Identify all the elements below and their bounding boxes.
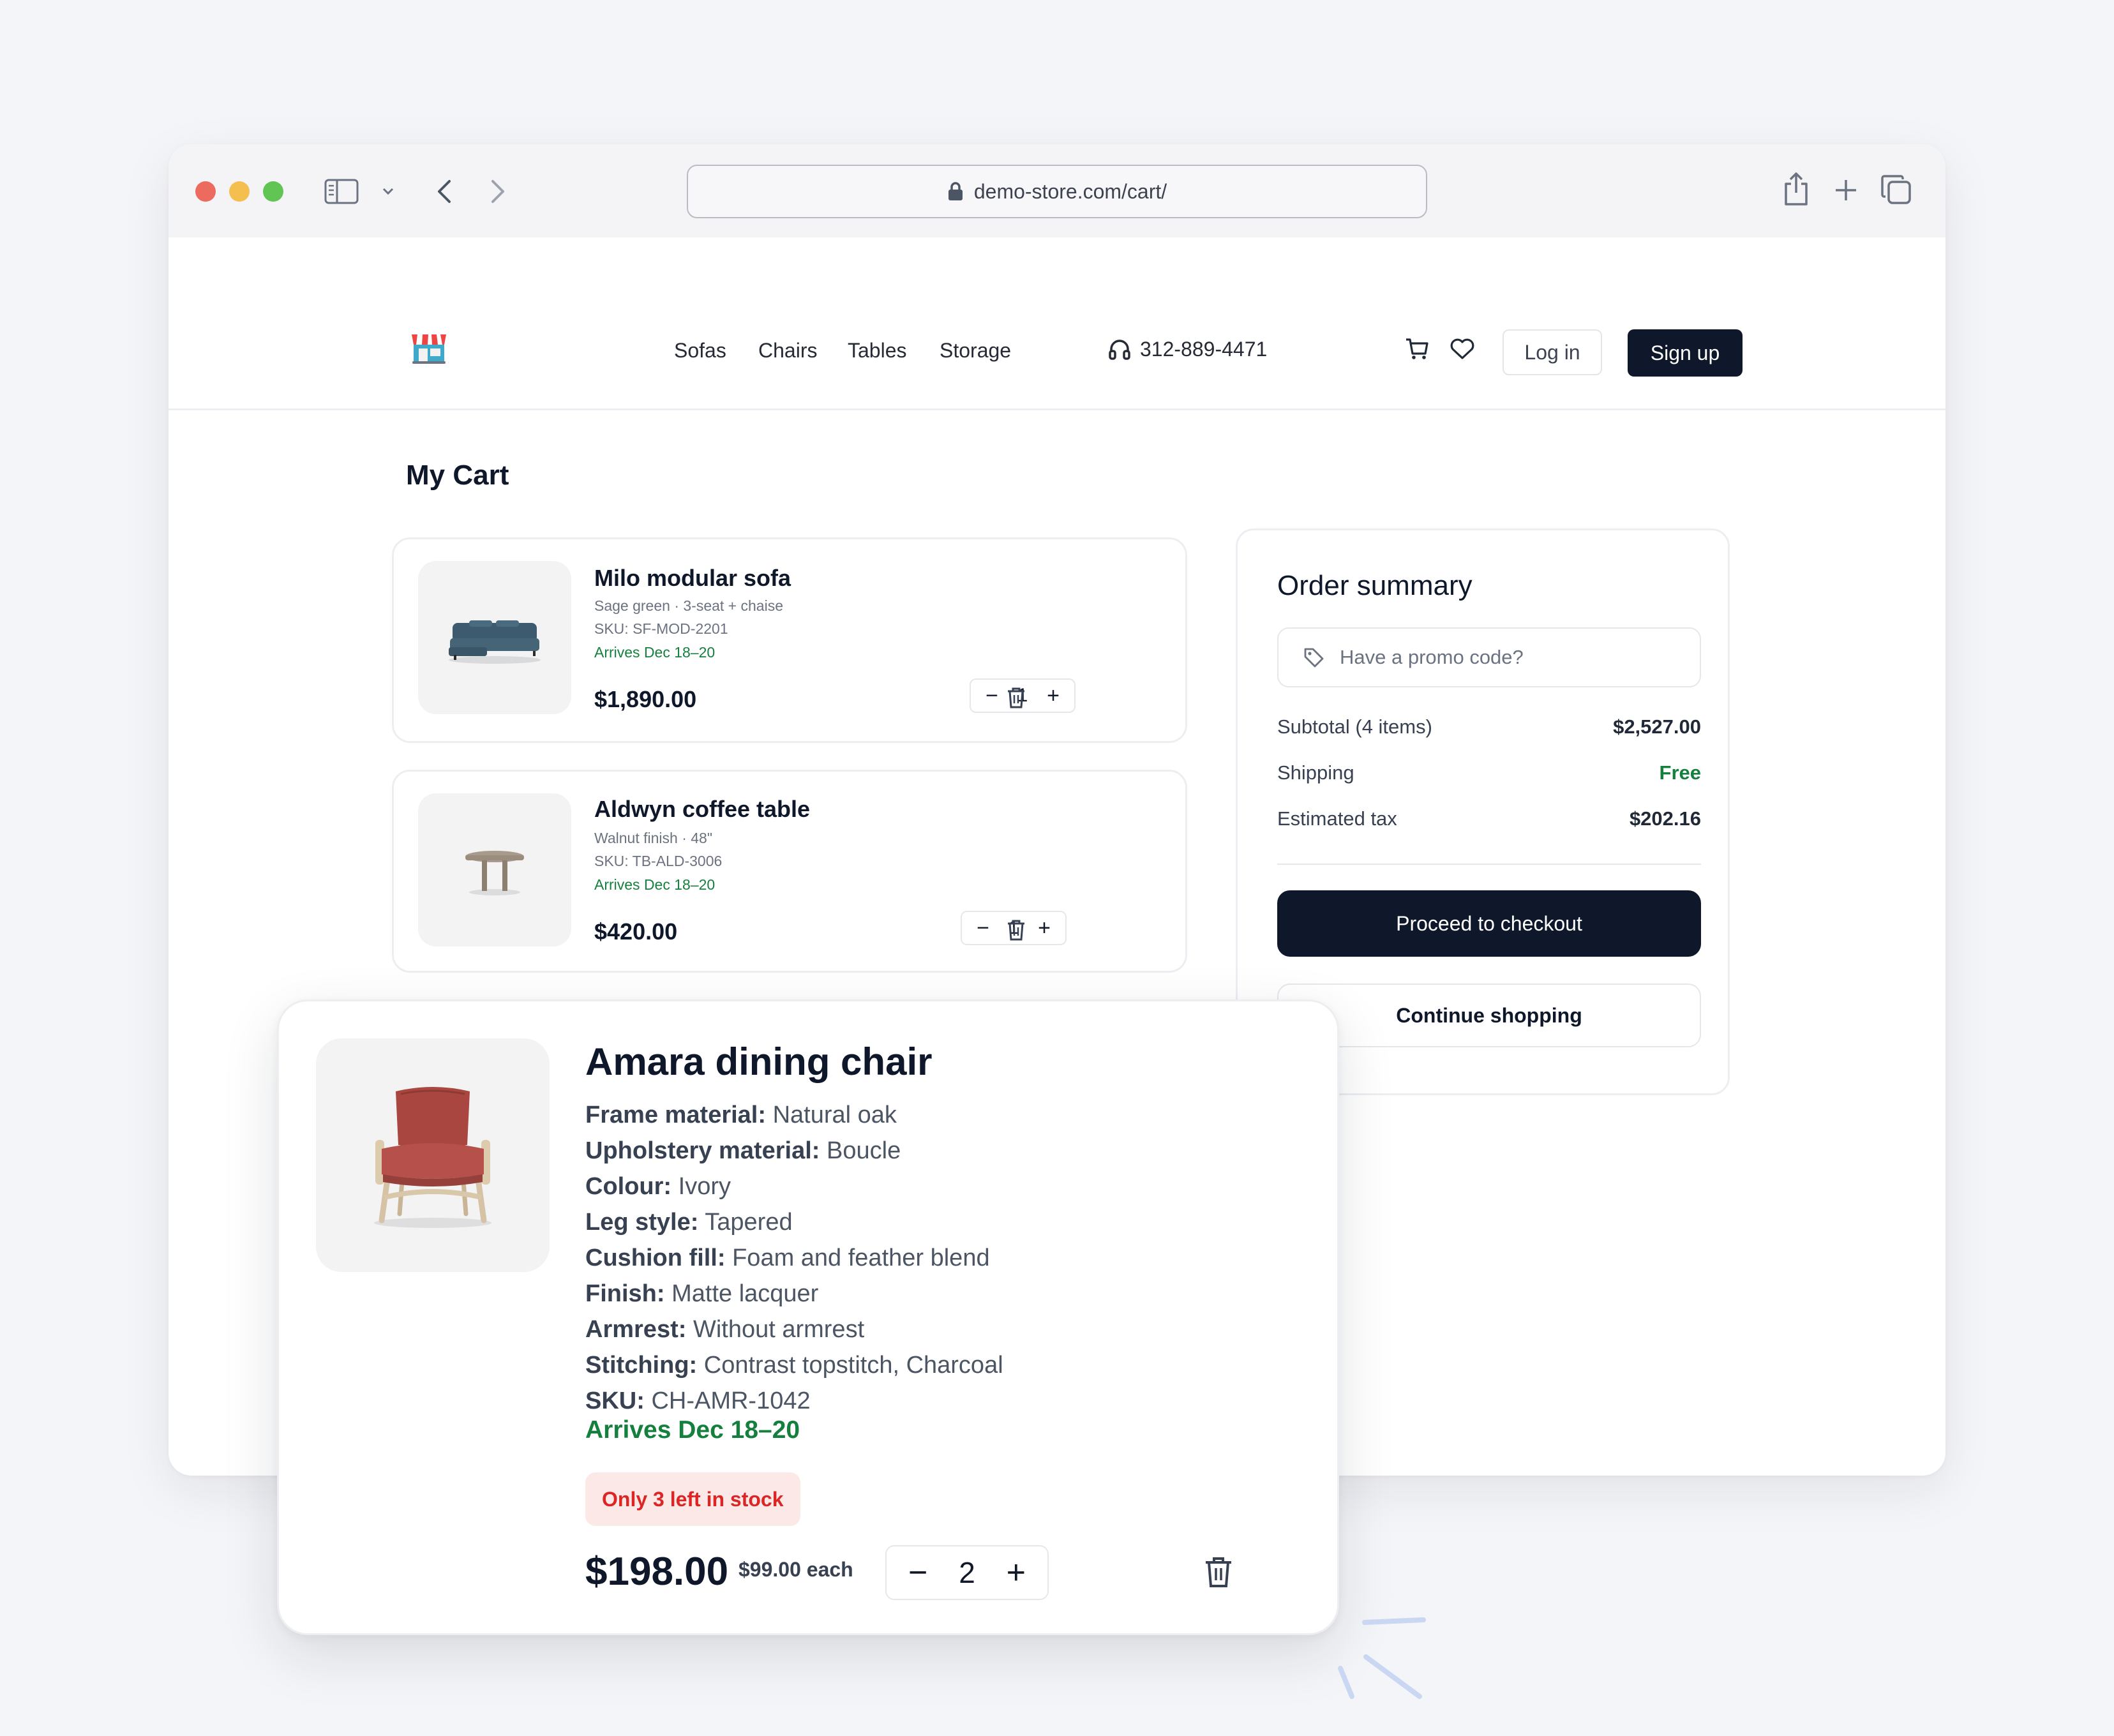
header-divider (169, 408, 1945, 410)
tax-row: Estimated tax $202.16 (1277, 807, 1701, 830)
page-title: My Cart (406, 460, 509, 491)
item-arrives: Arrives Dec 18–20 (585, 1416, 800, 1444)
subtotal-value: $2,527.00 (1613, 715, 1701, 738)
nav-link-chairs[interactable]: Chairs (758, 339, 817, 363)
support-phone[interactable]: 312-889-4471 (1108, 338, 1267, 361)
quantity-stepper[interactable]: − 2 + (885, 1545, 1049, 1600)
site-header (169, 237, 1945, 410)
item-name[interactable]: Aldwyn coffee table (594, 796, 810, 823)
url-text: demo-store.com/cart/ (973, 179, 1167, 203)
minimize-window-button[interactable] (229, 181, 250, 202)
quantity-value: 2 (959, 1556, 975, 1589)
product-image (418, 561, 571, 714)
item-sku: SKU: TB-ALD-3006 (594, 853, 723, 869)
forward-icon[interactable] (486, 177, 509, 206)
maximize-window-button[interactable] (263, 181, 283, 202)
shipping-row: Shipping Free (1277, 761, 1701, 784)
browser-toolbar: demo-store.com/cart/ (169, 144, 1945, 237)
attribute-row: Frame material: Natural oak (585, 1102, 897, 1128)
subtotal-row: Subtotal (4 items) $2,527.00 (1277, 715, 1701, 738)
sparkle-decoration (1338, 1617, 1426, 1699)
cart-item: Milo modular sofa Sage green · 3-seat + … (392, 537, 1187, 743)
headset-icon (1109, 339, 1130, 360)
login-button[interactable]: Log in (1503, 329, 1602, 375)
attribute-row: Colour: Ivory (585, 1173, 731, 1200)
shipping-value: Free (1659, 761, 1701, 784)
item-price: $1,890.00 (594, 686, 697, 712)
summary-title: Order summary (1277, 570, 1473, 601)
unit-price: $99.00 each (738, 1558, 853, 1581)
attribute-row: Leg style: Tapered (585, 1209, 793, 1236)
item-arrives: Arrives Dec 18–20 (594, 644, 716, 661)
decrease-button[interactable]: − (973, 917, 993, 939)
product-image (418, 793, 571, 947)
subtotal-label: Subtotal (4 items) (1277, 715, 1432, 738)
promo-code-input[interactable]: Have a promo code? (1277, 627, 1701, 687)
continue-shopping-button[interactable]: Continue shopping (1277, 984, 1701, 1047)
item-attributes: Frame material: Natural oak Upholstery m… (585, 1097, 1003, 1419)
tag-icon (1304, 648, 1324, 668)
item-price: $198.00 (585, 1550, 729, 1594)
attribute-row: Cushion fill: Foam and feather blend (585, 1245, 990, 1271)
heart-icon[interactable] (1449, 336, 1476, 361)
nav-link-storage[interactable]: Storage (940, 339, 1011, 363)
trash-icon[interactable] (1203, 1555, 1234, 1589)
item-name[interactable]: Milo modular sofa (594, 565, 791, 592)
trash-icon[interactable] (1005, 686, 1027, 709)
checkout-button[interactable]: Proceed to checkout (1277, 890, 1701, 957)
decrease-button[interactable]: − (908, 1556, 927, 1589)
item-arrives: Arrives Dec 18–20 (594, 876, 716, 893)
item-variant: Sage green · 3-seat + chaise (594, 597, 783, 614)
tabs-icon[interactable] (1880, 174, 1912, 206)
nav-link-sofas[interactable]: Sofas (674, 339, 726, 363)
chevron-down-icon[interactable] (380, 184, 396, 199)
increase-button[interactable]: + (1044, 685, 1063, 707)
increase-button[interactable]: + (1007, 1556, 1026, 1589)
product-image (316, 1038, 550, 1272)
attribute-row: Armrest: Without armrest (585, 1316, 865, 1343)
trash-icon[interactable] (1005, 918, 1027, 941)
low-stock-badge: Only 3 left in stock (585, 1472, 800, 1526)
share-icon[interactable] (1782, 171, 1810, 207)
item-name[interactable]: Amara dining chair (585, 1040, 932, 1084)
cart-item-detail-card: Amara dining chair Frame material: Natur… (277, 999, 1339, 1635)
increase-button[interactable]: + (1035, 917, 1054, 939)
cart-item: Aldwyn coffee table Walnut finish · 48" … (392, 770, 1187, 973)
promo-placeholder: Have a promo code? (1340, 646, 1524, 668)
attribute-row: Upholstery material: Boucle (585, 1137, 901, 1164)
new-tab-icon[interactable] (1832, 176, 1860, 204)
attribute-row: Finish: Matte lacquer (585, 1280, 819, 1307)
sidebar-icon[interactable] (324, 177, 359, 206)
nav-link-tables[interactable]: Tables (848, 339, 907, 363)
summary-divider (1277, 864, 1701, 865)
address-bar[interactable]: demo-store.com/cart/ (687, 165, 1427, 218)
item-price: $420.00 (594, 918, 678, 945)
decrease-button[interactable]: − (982, 685, 1001, 707)
tax-label: Estimated tax (1277, 807, 1397, 830)
cart-icon[interactable] (1404, 336, 1430, 361)
lock-icon (948, 182, 963, 200)
attribute-row: SKU: CH-AMR-1042 (585, 1388, 811, 1414)
item-variant: Walnut finish · 48" (594, 830, 712, 846)
close-window-button[interactable] (195, 181, 216, 202)
tax-value: $202.16 (1629, 807, 1701, 830)
shipping-label: Shipping (1277, 761, 1354, 784)
back-icon[interactable] (433, 177, 456, 206)
store-logo[interactable] (410, 329, 448, 365)
attribute-row: Stitching: Contrast topstitch, Charcoal (585, 1352, 1003, 1379)
signup-button[interactable]: Sign up (1628, 329, 1743, 377)
phone-number: 312-889-4471 (1140, 338, 1268, 361)
item-sku: SKU: SF-MOD-2201 (594, 620, 728, 637)
